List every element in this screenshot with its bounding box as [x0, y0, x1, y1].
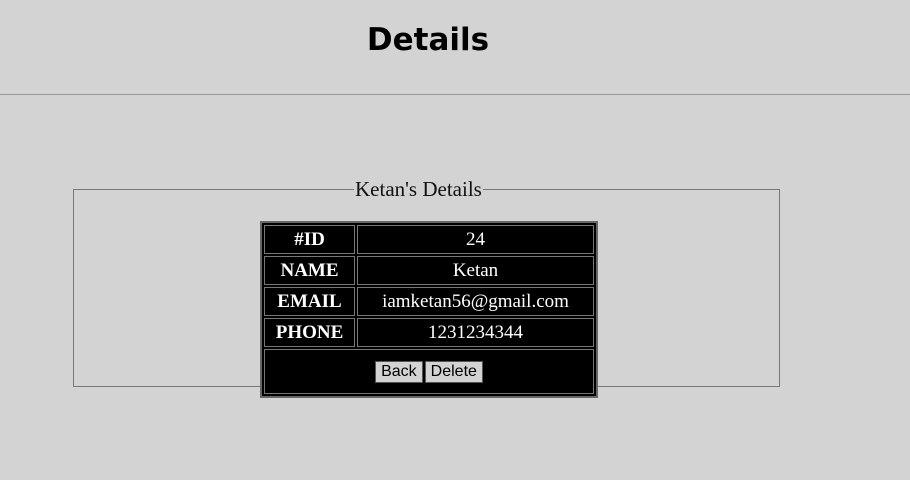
details-fieldset: Ketan's Details #ID 24 NAME Ketan EMAIL … [73, 177, 780, 398]
details-table: #ID 24 NAME Ketan EMAIL iamketan56@gmail… [260, 221, 598, 398]
table-row: #ID 24 [264, 225, 594, 254]
table-row: NAME Ketan [264, 256, 594, 285]
email-label: EMAIL [264, 287, 355, 316]
phone-label: PHONE [264, 318, 355, 347]
id-label: #ID [264, 225, 355, 254]
back-button[interactable]: Back [375, 361, 423, 383]
id-value: 24 [357, 225, 594, 254]
email-value: iamketan56@gmail.com [357, 287, 594, 316]
details-legend: Ketan's Details [355, 177, 482, 201]
header-divider [0, 94, 910, 95]
name-label: NAME [264, 256, 355, 285]
actions-cell: Back Delete [264, 349, 594, 394]
delete-button[interactable]: Delete [424, 361, 483, 383]
phone-value: 1231234344 [357, 318, 594, 347]
actions-row: Back Delete [264, 349, 594, 394]
table-row: PHONE 1231234344 [264, 318, 594, 347]
name-value: Ketan [357, 256, 594, 285]
page-title: Details [366, 22, 490, 58]
table-row: EMAIL iamketan56@gmail.com [264, 287, 594, 316]
